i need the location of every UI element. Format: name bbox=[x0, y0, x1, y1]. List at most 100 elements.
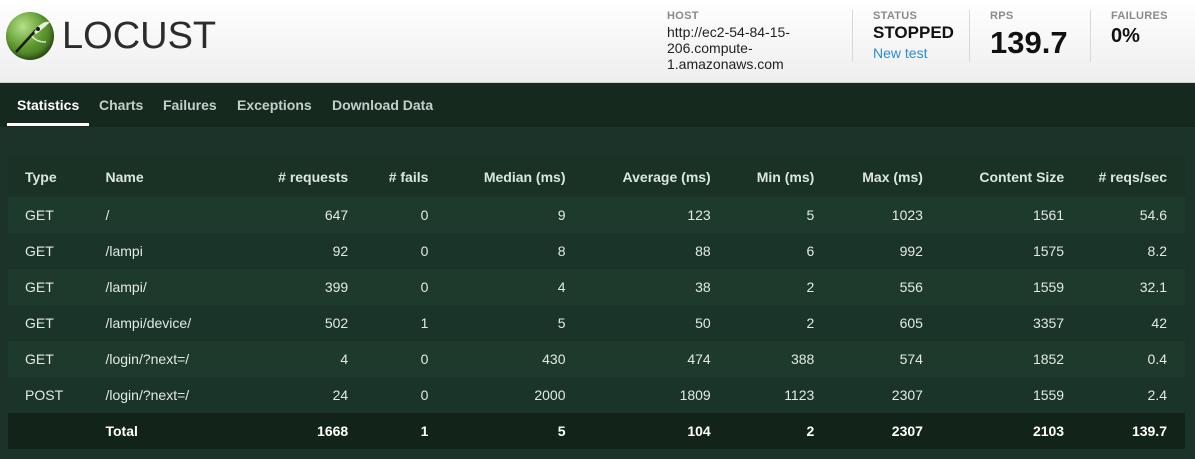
cell-median: 4 bbox=[428, 269, 566, 305]
cell-median: 430 bbox=[428, 341, 566, 377]
cell-min: 2 bbox=[710, 269, 815, 305]
cell-max: 574 bbox=[814, 341, 923, 377]
column-header-name[interactable]: Name bbox=[105, 157, 248, 197]
divider bbox=[852, 10, 853, 62]
column-header-type[interactable]: Type bbox=[8, 157, 106, 197]
cell-reqs-per-sec: 2.4 bbox=[1064, 377, 1185, 413]
column-header-content-size[interactable]: Content Size bbox=[922, 157, 1065, 197]
locust-logo-icon bbox=[6, 12, 54, 60]
cell-average: 38 bbox=[565, 269, 711, 305]
status-label: STATUS bbox=[873, 10, 918, 22]
tab-charts[interactable]: Charts bbox=[99, 97, 143, 113]
cell-average: 1809 bbox=[565, 377, 711, 413]
cell-content-size: 1559 bbox=[922, 269, 1065, 305]
cell-requests: 4 bbox=[247, 341, 349, 377]
cell-type: POST bbox=[8, 377, 106, 413]
cell-fails: 0 bbox=[348, 233, 429, 269]
cell-reqs-per-sec: 0.4 bbox=[1064, 341, 1185, 377]
cell-name: /login/?next=/ bbox=[105, 377, 248, 413]
cell-min: 1123 bbox=[710, 377, 815, 413]
cell-name: /lampi bbox=[105, 233, 248, 269]
cell-content-size: 1852 bbox=[922, 341, 1065, 377]
cell-max: 2307 bbox=[814, 413, 923, 449]
cell-name: /lampi/ bbox=[105, 269, 248, 305]
host-stat: HOST http://ec2-54-84-15- 206.compute- 1… bbox=[667, 10, 847, 72]
header-bar: LOCUST HOST http://ec2-54-84-15- 206.com… bbox=[0, 0, 1195, 83]
column-header-max[interactable]: Max (ms) bbox=[814, 157, 923, 197]
table-header-row: Type Name # requests # fails Median (ms)… bbox=[8, 157, 1185, 197]
cell-requests: 1668 bbox=[247, 413, 349, 449]
cell-min: 2 bbox=[710, 413, 815, 449]
cell-reqs-per-sec: 54.6 bbox=[1064, 197, 1185, 233]
rps-label: RPS bbox=[990, 10, 1014, 22]
new-test-link[interactable]: New test bbox=[873, 45, 954, 61]
cell-reqs-per-sec: 139.7 bbox=[1064, 413, 1185, 449]
table-row: POST/login/?next=/24 0 2000 1809 1123 2307 155… bbox=[8, 377, 1185, 413]
rps-value: 139.7 bbox=[990, 25, 1068, 60]
cell-reqs-per-sec: 32.1 bbox=[1064, 269, 1185, 305]
tab-failures[interactable]: Failures bbox=[163, 97, 217, 113]
active-tab-indicator bbox=[7, 123, 89, 126]
cell-reqs-per-sec: 42 bbox=[1064, 305, 1185, 341]
table-row: GET/lampi/399 0 4 38 2 556 1559 32.1 bbox=[8, 269, 1185, 305]
column-header-min[interactable]: Min (ms) bbox=[710, 157, 815, 197]
cell-max: 1023 bbox=[814, 197, 923, 233]
tab-statistics[interactable]: Statistics bbox=[17, 97, 79, 113]
host-line: http://ec2-54-84-15- bbox=[667, 24, 790, 40]
column-header-average[interactable]: Average (ms) bbox=[565, 157, 711, 197]
cell-type: GET bbox=[8, 269, 106, 305]
cell-content-size: 1575 bbox=[922, 233, 1065, 269]
cell-median: 5 bbox=[428, 305, 566, 341]
column-header-requests[interactable]: # requests bbox=[247, 157, 349, 197]
table-row: GET/lampi/device/502 1 5 50 2 605 3357 42 bbox=[8, 305, 1185, 341]
failures-stat: FAILURES 0% bbox=[1111, 10, 1168, 48]
cell-type: GET bbox=[8, 233, 106, 269]
cell-content-size: 1561 bbox=[922, 197, 1065, 233]
host-value: http://ec2-54-84-15- 206.compute- 1.amaz… bbox=[667, 24, 847, 72]
cell-requests: 502 bbox=[247, 305, 349, 341]
cell-average: 50 bbox=[565, 305, 711, 341]
tab-exceptions[interactable]: Exceptions bbox=[237, 97, 312, 113]
cell-min: 6 bbox=[710, 233, 815, 269]
cell-median: 2000 bbox=[428, 377, 566, 413]
tab-download-data[interactable]: Download Data bbox=[332, 97, 433, 113]
status-value: STOPPED bbox=[873, 23, 954, 42]
tab-bar: Statistics Charts Failures Exceptions Do… bbox=[0, 83, 1195, 127]
host-line: 1.amazonaws.com bbox=[667, 56, 784, 72]
table-row: GET/lampi 92 0 8 88 6 992 1575 8.2 bbox=[8, 233, 1185, 269]
cell-fails: 0 bbox=[348, 269, 429, 305]
cell-type bbox=[8, 413, 106, 449]
cell-average: 88 bbox=[565, 233, 711, 269]
cell-content-size: 3357 bbox=[922, 305, 1065, 341]
column-header-median[interactable]: Median (ms) bbox=[428, 157, 566, 197]
cell-requests: 92 bbox=[247, 233, 349, 269]
cell-median: 5 bbox=[428, 413, 566, 449]
cell-fails: 1 bbox=[348, 413, 429, 449]
cell-fails: 0 bbox=[348, 377, 429, 413]
column-header-fails[interactable]: # fails bbox=[348, 157, 429, 197]
rps-stat: RPS 139.7 bbox=[990, 10, 1068, 61]
cell-name: /login/?next=/ bbox=[105, 341, 248, 377]
cell-reqs-per-sec: 8.2 bbox=[1064, 233, 1185, 269]
column-header-reqs-per-sec[interactable]: # reqs/sec bbox=[1064, 157, 1185, 197]
cell-requests: 399 bbox=[247, 269, 349, 305]
table-row: GET/647 0 9 123 5 1023 1561 54.6 bbox=[8, 197, 1185, 233]
cell-max: 556 bbox=[814, 269, 923, 305]
total-row: Total 1668 1 5 104 2 2307 2103 139.7 bbox=[8, 413, 1185, 449]
cell-median: 9 bbox=[428, 197, 566, 233]
cell-fails: 0 bbox=[348, 341, 429, 377]
host-line: 206.compute- bbox=[667, 40, 753, 56]
status-stat: STATUS STOPPED New test bbox=[873, 10, 954, 61]
divider bbox=[1090, 10, 1091, 62]
cell-max: 2307 bbox=[814, 377, 923, 413]
cell-average: 474 bbox=[565, 341, 711, 377]
statistics-table: Type Name # requests # fails Median (ms)… bbox=[8, 157, 1185, 449]
cell-max: 605 bbox=[814, 305, 923, 341]
cell-content-size: 2103 bbox=[922, 413, 1065, 449]
failures-label: FAILURES bbox=[1111, 10, 1168, 22]
cell-name: /lampi/device/ bbox=[105, 305, 248, 341]
cell-average: 123 bbox=[565, 197, 711, 233]
app-title: LOCUST bbox=[62, 15, 217, 57]
statistics-panel: Type Name # requests # fails Median (ms)… bbox=[8, 157, 1185, 449]
divider bbox=[969, 10, 970, 62]
